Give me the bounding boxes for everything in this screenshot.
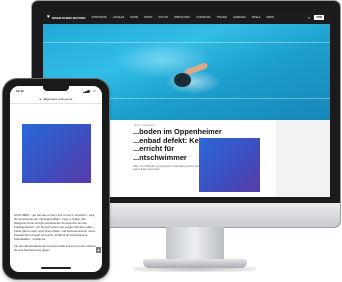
nav-item[interactable]: SPORT — [144, 16, 153, 19]
lock-icon: 🔒︎ — [39, 97, 42, 101]
ad-banner[interactable] — [199, 138, 260, 192]
scroll-to-top-button[interactable]: ▲ — [96, 247, 101, 253]
browser-url-bar[interactable]: 🔒︎ allgemeine-zeitung.de — [10, 95, 102, 104]
heart-icon: ♥ — [47, 14, 50, 20]
nav-menu: STARTSEITE LOKALES MAINZ SPORT POLITIK W… — [92, 16, 274, 19]
monitor-stand — [166, 227, 224, 261]
article-body: HOSTHEIM – „Es hat was es hier nicht imm… — [14, 213, 97, 255]
nav-item[interactable]: STARTSEITE — [92, 16, 107, 19]
swimmer-head — [174, 73, 191, 87]
nav-item[interactable]: LOKALES — [113, 16, 124, 19]
site-logo-text: MAINZ RHEIN ZEITUNG — [51, 15, 86, 20]
nav-item[interactable]: TRAUER — [217, 16, 227, 19]
nav-item[interactable]: MEHR — [267, 16, 274, 19]
phone-notch — [43, 86, 69, 91]
home-indicator — [41, 267, 71, 269]
status-time: 10:42 — [16, 88, 24, 93]
nav-item[interactable]: WIRTSCHAFT — [174, 16, 190, 19]
mobile-ad-banner[interactable] — [22, 124, 91, 183]
site-navigation: ♥ MAINZ RHEIN ZEITUNG STARTSEITE LOKALES… — [43, 11, 330, 24]
search-icon[interactable]: ⌕ — [308, 15, 310, 20]
nav-item[interactable]: MAINZ — [130, 16, 138, 19]
sidebar-panel — [276, 120, 330, 197]
nav-item[interactable]: PANORAMA — [197, 16, 211, 19]
water-ripple — [43, 42, 330, 43]
article-paragraph: Für den aktuell darbenden Nountenmarkt s… — [14, 244, 97, 252]
nav-item[interactable]: ANZEIGEN — [233, 16, 246, 19]
nav-item[interactable]: POLITIK — [159, 16, 169, 19]
url-text: allgemeine-zeitung.de — [43, 97, 73, 101]
monitor-stand-foot — [143, 259, 247, 268]
nav-item[interactable]: SPIELE — [252, 16, 261, 19]
nav-utilities: ⌕ VRM — [308, 15, 324, 20]
article-paragraph: HOSTHEIM – „Es hat was es hier nicht imm… — [14, 213, 96, 241]
signal-battery-icon: ▂▄▆ ◔ ▭ — [82, 88, 96, 93]
brand-badge[interactable]: VRM — [314, 15, 324, 20]
smartphone: 10:42 ▂▄▆ ◔ ▭ 🔒︎ allgemeine-zeitung.de H… — [3, 79, 109, 279]
site-logo[interactable]: ♥ MAINZ RHEIN ZEITUNG — [47, 15, 86, 20]
phone-screen: 10:42 ▂▄▆ ◔ ▭ 🔒︎ allgemeine-zeitung.de H… — [10, 86, 102, 272]
